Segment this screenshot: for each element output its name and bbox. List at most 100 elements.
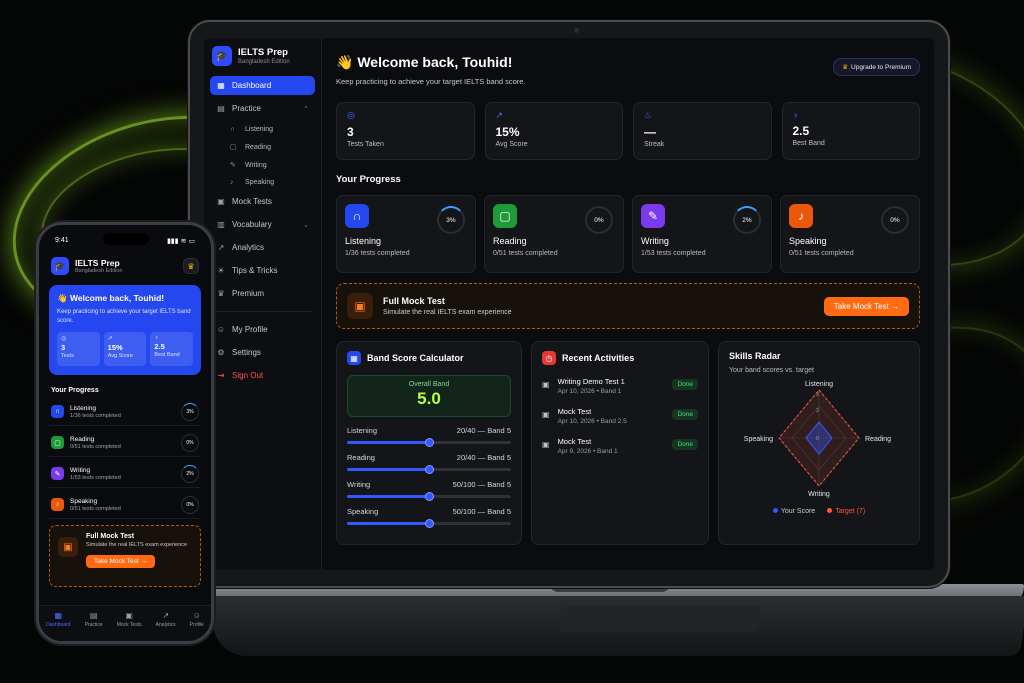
clipboard-icon: ▣ [542, 440, 550, 449]
sidebar-item-premium[interactable]: ♛ Premium [210, 284, 315, 303]
status-time: 9:41 [55, 237, 69, 244]
list-item[interactable]: ✎ Writing 1/53 tests completed 2% [49, 460, 201, 488]
sidebar-item-profile[interactable]: ☺ My Profile [210, 320, 315, 339]
slider-label: Reading [347, 453, 375, 462]
module-sub: 1/36 tests completed [345, 250, 410, 257]
tab-practice[interactable]: ▤ Practice [85, 611, 103, 641]
activity-item[interactable]: ▣ Writing Demo Test 1 Apr 10, 2026 • Band… [542, 377, 698, 395]
progress-ring: 3% [437, 206, 465, 234]
sidebar-sub-writing[interactable]: ✎ Writing [210, 157, 315, 173]
radar-axis-label: Speaking [744, 436, 773, 443]
slider-value: 20/40 — Band 5 [456, 453, 511, 462]
module-sub: 0/51 tests completed [493, 250, 558, 257]
slider-label: Speaking [347, 507, 379, 516]
target-icon: ◎ [347, 110, 355, 120]
crown-icon: ♛ [217, 289, 225, 298]
sidebar-item-settings[interactable]: ⚙ Settings [210, 343, 315, 362]
sidebar-divider [212, 311, 313, 312]
slider-track[interactable] [347, 519, 511, 528]
radar-tick-label: 0 [816, 436, 819, 442]
brand: 🎓 IELTS Prep Bangladesh Edition [210, 46, 315, 66]
sidebar-sub-listening[interactable]: ∩ Listening [210, 122, 315, 137]
slider-handle[interactable] [425, 438, 434, 447]
activity-meta: Apr 10, 2026 • Band 1 [557, 388, 622, 395]
module-sub: 0/51 tests completed [70, 443, 121, 450]
pen-icon: ✎ [51, 467, 64, 480]
sidebar-sub-speaking[interactable]: ♪ Speaking [210, 175, 315, 190]
list-item[interactable]: ∩ Listening 1/36 tests completed 3% [49, 398, 201, 426]
sidebar-item-mock-tests[interactable]: ▣ Mock Tests [210, 192, 315, 211]
slider-handle[interactable] [425, 492, 434, 501]
module-sub: 1/53 tests completed [70, 474, 121, 481]
panel-title: Band Score Calculator [367, 353, 464, 363]
page-subtitle: Keep practicing to achieve your target I… [336, 77, 526, 86]
slider-track[interactable] [347, 438, 511, 447]
sidebar-item-label: Tips & Tricks [232, 266, 278, 275]
status-badge: Done [672, 379, 698, 390]
sidebar-item-practice[interactable]: ▤ Practice ⌃ [210, 99, 315, 118]
sidebar-item-vocabulary[interactable]: ▥ Vocabulary ⌄ [210, 215, 315, 234]
stat-card-tests: ◎ 3 Tests Taken [336, 102, 475, 160]
clipboard-icon: ▣ [125, 611, 133, 620]
sidebar-item-label: Vocabulary [232, 220, 272, 229]
award-icon: ♁ [792, 110, 800, 120]
slider-value: 50/100 — Band 5 [452, 507, 511, 516]
calculator-icon: ▦ [347, 351, 361, 365]
list-item[interactable]: ▢ Reading 0/51 tests completed 0% [49, 429, 201, 457]
laptop-camera [574, 28, 579, 33]
phone-progress-title: Your Progress [51, 387, 99, 394]
sidebar-item-tips[interactable]: ☀ Tips & Tricks [210, 261, 315, 280]
target-icon: ◎ [61, 336, 67, 342]
module-name: Reading [70, 435, 95, 443]
stat-label: Tests Taken [347, 141, 384, 148]
chevron-up-icon[interactable]: ⌃ [303, 105, 309, 113]
activity-item[interactable]: ▣ Mock Test Apr 10, 2026 • Band 2.5 Done [542, 407, 698, 425]
chevron-down-icon[interactable]: ⌄ [303, 221, 309, 229]
sidebar-sub-reading[interactable]: ▢ Reading [210, 139, 315, 155]
legend-dot [772, 508, 778, 513]
slider-writing: Writing 50/100 — Band 5 [347, 480, 511, 501]
crown-icon[interactable]: ♛ [183, 258, 199, 274]
sidebar-item-dashboard[interactable]: ▦ Dashboard [210, 76, 315, 95]
slider-handle[interactable] [425, 519, 434, 528]
sidebar-item-sign-out[interactable]: ⇥ Sign Out [210, 366, 315, 385]
status-badge: Done [672, 409, 698, 420]
progress-ring: 2% [733, 206, 761, 234]
upgrade-button[interactable]: ♛ Upgrade to Premium [833, 58, 920, 76]
slider-reading: Reading 20/40 — Band 5 [347, 453, 511, 474]
take-mock-test-button[interactable]: Take Mock Test → [823, 296, 909, 316]
mock-title: Full Mock Test [86, 533, 135, 540]
user-icon: ☺ [192, 611, 201, 620]
panel-header: ◷ Recent Activities [542, 351, 698, 365]
slider-handle[interactable] [425, 465, 434, 474]
module-name: Writing [70, 466, 91, 474]
list-item[interactable]: ♪ Speaking 0/51 tests completed 0% [49, 491, 201, 519]
sidebar-item-analytics[interactable]: ↗ Analytics [210, 238, 315, 257]
module-name: Listening [345, 236, 382, 246]
tab-analytics[interactable]: ↗ Analytics [156, 611, 176, 641]
panel-title: Recent Activities [562, 353, 635, 363]
slider-speaking: Speaking 50/100 — Band 5 [347, 507, 511, 528]
progress-card-writing[interactable]: ✎ 2% Writing 1/53 tests completed [632, 195, 772, 273]
trend-icon: ↗ [495, 110, 504, 120]
tab-profile[interactable]: ☺ Profile [190, 611, 204, 641]
slider-track[interactable] [347, 492, 511, 501]
module-name: Writing [641, 236, 669, 246]
take-mock-test-button[interactable]: Take Mock Test → [86, 554, 155, 568]
progress-card-speaking[interactable]: ♪ 0% Speaking 0/51 tests completed [780, 195, 920, 273]
sidebar-item-label: Sign Out [232, 371, 264, 380]
tab-mock-tests[interactable]: ▣ Mock Tests [117, 611, 142, 641]
app-name: IELTS Prep [75, 258, 120, 268]
tab-dashboard[interactable]: ▦ Dashboard [46, 611, 70, 641]
legend-label: Target (7) [835, 508, 866, 515]
activity-item[interactable]: ▣ Mock Test Apr 9, 2026 • Band 1 Done [542, 437, 698, 455]
book-icon: ▥ [217, 220, 225, 229]
module-name: Listening [70, 404, 97, 412]
slider-track[interactable] [347, 465, 511, 474]
award-icon: ♁ [154, 335, 159, 341]
progress-card-reading[interactable]: ▢ 0% Reading 0/51 tests completed [484, 195, 624, 273]
mock-test-banner: ▣ Full Mock Test Simulate the real IELTS… [336, 283, 920, 329]
progress-card-listening[interactable]: ∩ 3% Listening 1/36 tests completed [336, 195, 476, 273]
app-edition: Bangladesh Edition [75, 268, 123, 274]
radar-axis-label: Listening [805, 381, 833, 388]
